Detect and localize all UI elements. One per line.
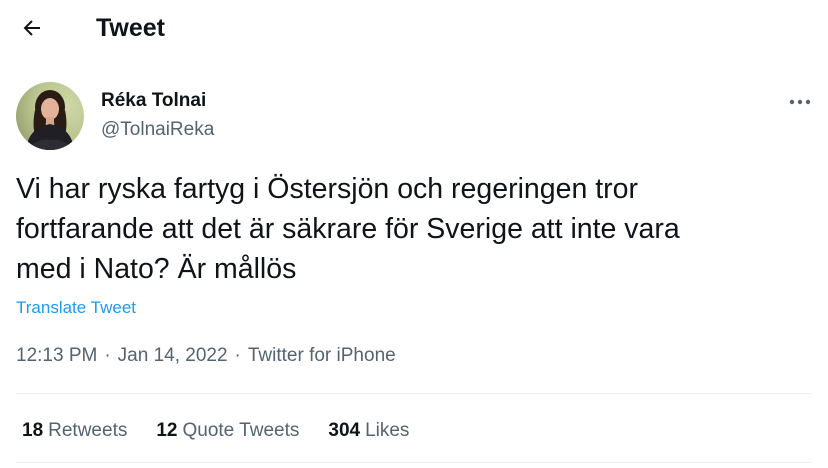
tweet-text: Vi har ryska fartyg i Östersjön och rege… [16,173,680,285]
arrow-left-icon [23,20,40,36]
author-name[interactable]: Réka Tolnai [101,89,206,113]
tweet-metadata: 12:13 PM · Jan 14, 2022 · Twitter for iP… [16,343,396,369]
tweet-page: Tweet Réka Tolnai @TolnaiReka Vi har rys… [0,0,828,468]
retweets-count: 18 [22,420,44,441]
more-options-button[interactable] [782,88,818,116]
retweets-label: Retweets [48,420,128,441]
translate-tweet-link[interactable]: Translate Tweet [16,297,136,319]
likes-stat[interactable]: 304 Likes [328,418,409,444]
back-button[interactable] [14,10,50,46]
likes-count: 304 [328,420,361,441]
divider [16,393,812,394]
retweets-stat[interactable]: 18 Retweets [22,418,127,444]
tweet-time[interactable]: 12:13 PM [16,343,97,369]
quote-tweets-stat[interactable]: 12 Quote Tweets [156,418,299,444]
meta-separator: · [104,345,111,366]
more-horizontal-icon [789,99,811,105]
avatar[interactable] [16,82,84,150]
header: Tweet [0,0,828,56]
tweet-source[interactable]: Twitter for iPhone [248,343,396,369]
likes-label: Likes [365,420,410,441]
meta-separator: · [234,345,241,366]
tweet-date[interactable]: Jan 14, 2022 [118,343,228,369]
quote-tweets-label: Quote Tweets [182,420,300,441]
author-handle[interactable]: @TolnaiReka [101,118,214,142]
page-title: Tweet [96,14,165,42]
tweet-stats: 18 Retweets 12 Quote Tweets 304 Likes [22,418,438,444]
quote-tweets-count: 12 [156,420,178,441]
divider [16,462,812,463]
